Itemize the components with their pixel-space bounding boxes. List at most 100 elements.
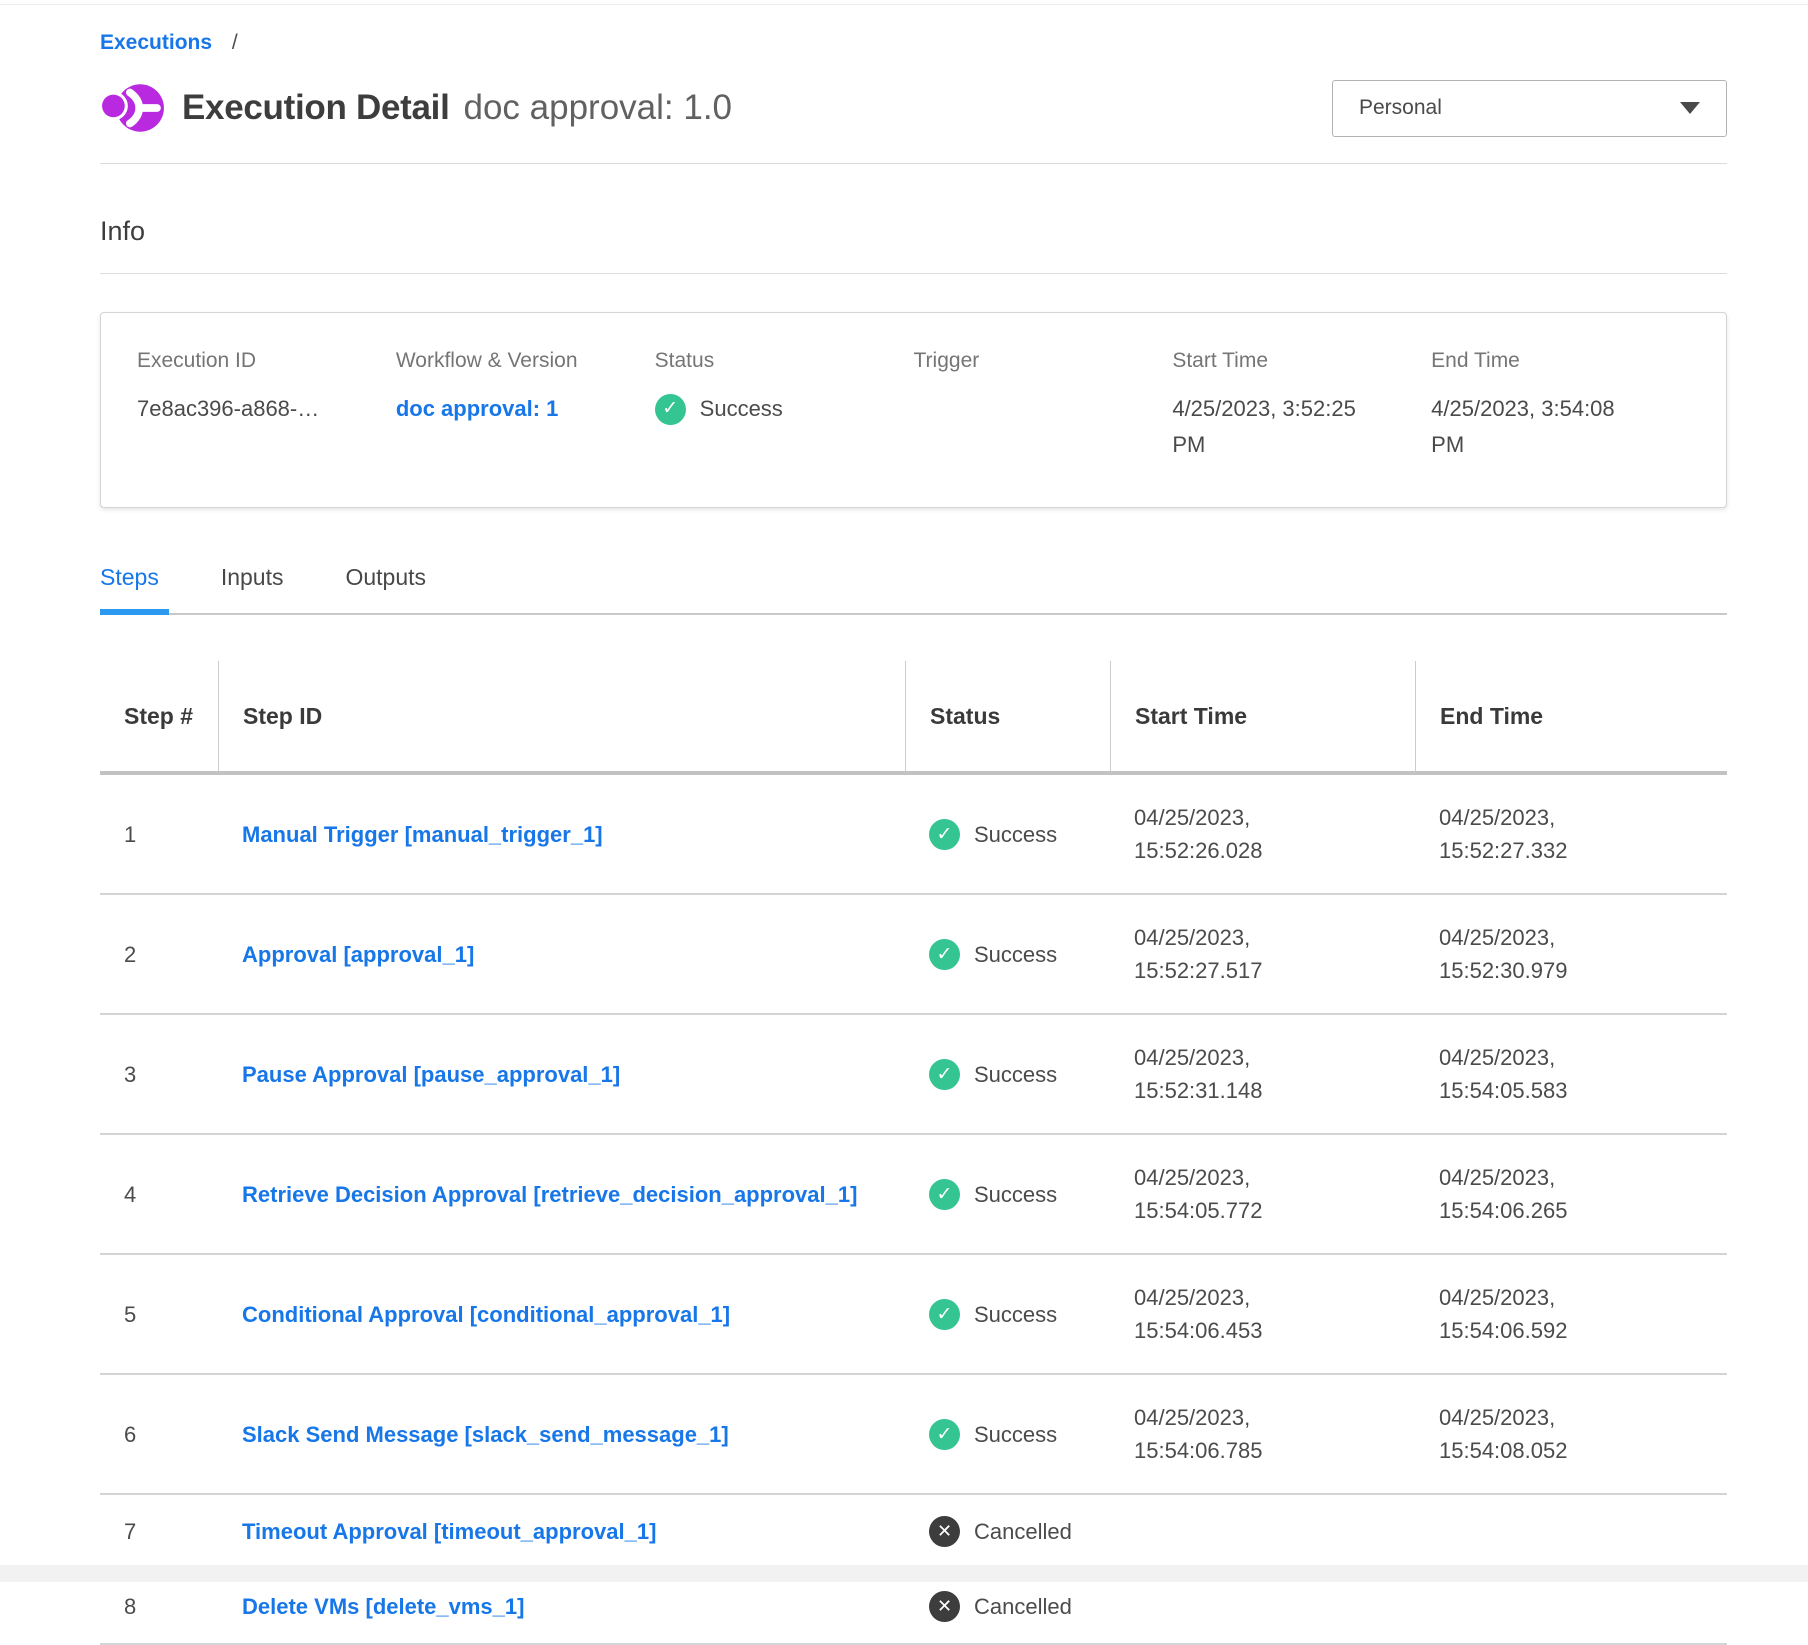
field-label: Start Time [1172, 349, 1431, 373]
title-group: Execution Detail doc approval: 1.0 [100, 79, 732, 137]
end-time-cell: 04/25/2023, 15:54:08.052 [1415, 1375, 1727, 1493]
success-icon: ✓ [929, 1059, 960, 1090]
success-icon: ✓ [929, 1419, 960, 1450]
start-time-line: 15:54:06.785 [1134, 1434, 1391, 1467]
start-time-cell: 04/25/2023, 15:54:06.453 [1110, 1255, 1415, 1373]
breadcrumb: Executions / [100, 31, 1727, 55]
start-time-line: 15:52:27.517 [1134, 954, 1391, 987]
page-top-border [0, 0, 1808, 5]
steps-table: Step # Step ID Status Start Time End Tim… [100, 661, 1727, 1645]
title-divider [100, 163, 1727, 164]
step-number-cell: 3 [100, 1032, 218, 1117]
project-select[interactable]: Personal [1332, 80, 1727, 137]
start-date-line: 04/25/2023, [1134, 1281, 1391, 1314]
tab-bar: Steps Inputs Outputs [100, 564, 1727, 615]
info-field-workflow-version: Workflow & Version doc approval: 1 [396, 349, 655, 463]
start-time-cell: 04/25/2023, 15:52:31.148 [1110, 1015, 1415, 1133]
start-time-cell [1110, 1512, 1415, 1552]
tab-inputs[interactable]: Inputs [221, 564, 284, 613]
steps-table-header: Step # Step ID Status Start Time End Tim… [100, 661, 1727, 775]
step-number-cell: 5 [100, 1272, 218, 1357]
step-id-link[interactable]: Delete VMs [delete_vms_1] [242, 1594, 524, 1619]
status-label: Success [974, 1178, 1057, 1211]
column-header-status: Status [905, 661, 1110, 771]
end-time-line: 15:54:08.052 [1439, 1434, 1703, 1467]
page-bottom-strip [0, 1565, 1808, 1582]
field-label: Status [655, 349, 914, 373]
page-title: Execution Detail [182, 88, 450, 128]
workflow-icon [100, 79, 166, 137]
page-subtitle: doc approval: 1.0 [464, 88, 733, 128]
table-row: 3 Pause Approval [pause_approval_1] ✓ Su… [100, 1015, 1727, 1135]
status-cell: ✓ Success [905, 792, 1110, 877]
end-time-cell: 04/25/2023, 15:54:05.583 [1415, 1015, 1727, 1133]
field-label: Execution ID [137, 349, 396, 373]
status-cell: ✓ Success [905, 1152, 1110, 1237]
status-cell: ✓ Success [905, 912, 1110, 997]
end-time-cell: 04/25/2023, 15:52:27.332 [1415, 775, 1727, 893]
start-date-line: 04/25/2023, [1134, 1401, 1391, 1434]
project-select-value: Personal [1359, 96, 1442, 120]
info-section-heading: Info [100, 216, 1727, 247]
field-label: Trigger [914, 349, 1173, 373]
end-date-line: 04/25/2023, [1439, 1401, 1703, 1434]
end-time-line: 15:52:27.332 [1439, 834, 1703, 867]
step-id-link[interactable]: Approval [approval_1] [242, 942, 474, 967]
table-row: 6 Slack Send Message [slack_send_message… [100, 1375, 1727, 1495]
status-label: Cancelled [974, 1590, 1072, 1623]
end-time-cell: 04/25/2023, 15:54:06.592 [1415, 1255, 1727, 1373]
cancelled-icon: ✕ [929, 1591, 960, 1622]
info-field-execution-id: Execution ID 7e8ac396-a868-… [137, 349, 396, 463]
start-time-line: 15:54:05.772 [1134, 1194, 1391, 1227]
status-cell: ✓ Success [905, 1392, 1110, 1477]
end-time-line: 15:52:30.979 [1439, 954, 1703, 987]
cancelled-icon: ✕ [929, 1516, 960, 1547]
step-id-link[interactable]: Timeout Approval [timeout_approval_1] [242, 1519, 656, 1544]
info-field-status: Status ✓ Success [655, 349, 914, 463]
step-id-link[interactable]: Slack Send Message [slack_send_message_1… [242, 1422, 729, 1447]
column-header-step-number: Step # [100, 661, 218, 771]
status-label: Success [974, 1418, 1057, 1451]
end-date-line: 04/25/2023, [1439, 801, 1703, 834]
step-number-cell: 6 [100, 1392, 218, 1477]
start-time-cell [1110, 1587, 1415, 1627]
end-time-line: 15:54:05.583 [1439, 1074, 1703, 1107]
start-date-line: 04/25/2023, [1134, 921, 1391, 954]
start-time-line: 15:54:06.453 [1134, 1314, 1391, 1347]
info-divider [100, 273, 1727, 274]
status-label: Success [974, 1058, 1057, 1091]
status-label: Cancelled [974, 1515, 1072, 1548]
step-id-link[interactable]: Manual Trigger [manual_trigger_1] [242, 822, 603, 847]
end-date-line: 04/25/2023, [1439, 1041, 1703, 1074]
start-time-line2: PM [1172, 427, 1382, 463]
title-row: Execution Detail doc approval: 1.0 Perso… [100, 79, 1727, 137]
breadcrumb-executions-link[interactable]: Executions [100, 31, 212, 54]
status-label: Success [974, 1298, 1057, 1331]
table-row: 1 Manual Trigger [manual_trigger_1] ✓ Su… [100, 775, 1727, 895]
end-date-line: 04/25/2023, [1439, 1281, 1703, 1314]
column-header-start-time: Start Time [1110, 661, 1415, 771]
column-header-end-time: End Time [1415, 661, 1727, 771]
step-id-link[interactable]: Conditional Approval [conditional_approv… [242, 1302, 730, 1327]
table-row: 2 Approval [approval_1] ✓ Success 04/25/… [100, 895, 1727, 1015]
steps-table-body: 1 Manual Trigger [manual_trigger_1] ✓ Su… [100, 775, 1727, 1645]
end-date-line: 04/25/2023, [1439, 921, 1703, 954]
end-time-line: 15:54:06.592 [1439, 1314, 1703, 1347]
status-cell: ✓ Success [905, 1272, 1110, 1357]
success-icon: ✓ [929, 939, 960, 970]
step-number-cell: 7 [100, 1495, 218, 1568]
step-number-cell: 2 [100, 912, 218, 997]
end-time-cell: 04/25/2023, 15:52:30.979 [1415, 895, 1727, 1013]
tab-outputs[interactable]: Outputs [345, 564, 426, 613]
start-time-cell: 04/25/2023, 15:52:27.517 [1110, 895, 1415, 1013]
start-time-line: 15:52:26.028 [1134, 834, 1391, 867]
field-label: End Time [1431, 349, 1690, 373]
info-field-end-time: End Time 4/25/2023, 3:54:08 PM [1431, 349, 1690, 463]
success-icon: ✓ [929, 1179, 960, 1210]
field-label: Workflow & Version [396, 349, 655, 373]
tab-steps[interactable]: Steps [100, 564, 159, 613]
workflow-version-link[interactable]: doc approval: 1 [396, 396, 559, 421]
step-id-link[interactable]: Retrieve Decision Approval [retrieve_dec… [242, 1182, 857, 1207]
start-time-line1: 4/25/2023, 3:52:25 [1172, 391, 1382, 427]
step-id-link[interactable]: Pause Approval [pause_approval_1] [242, 1062, 620, 1087]
